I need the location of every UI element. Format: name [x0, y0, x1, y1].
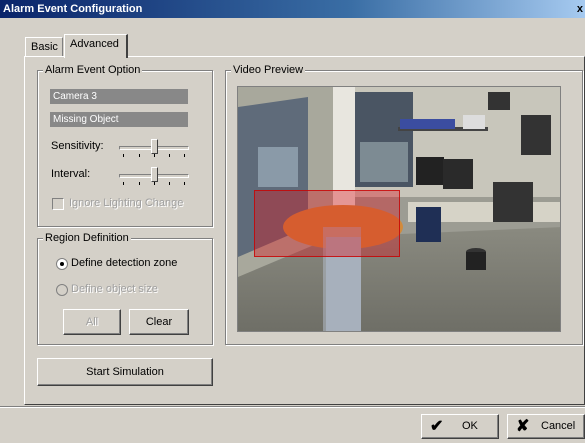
cancel-button[interactable]: ✘ Cancel — [507, 414, 585, 439]
window-title: Alarm Event Configuration — [3, 3, 143, 15]
interval-tick — [154, 182, 155, 185]
all-button[interactable]: All — [63, 309, 121, 335]
interval-tick — [184, 182, 185, 185]
clear-button[interactable]: Clear — [129, 309, 189, 335]
interval-tick — [169, 182, 170, 185]
ignore-lighting-label: Ignore Lighting Change — [69, 197, 184, 209]
tab-advanced-label: Advanced — [70, 38, 119, 50]
interval-thumb[interactable] — [151, 167, 158, 182]
interval-tick — [139, 182, 140, 185]
tab-basic-label: Basic — [31, 41, 58, 53]
sensitivity-slider[interactable] — [119, 138, 189, 158]
alarm-event-option-legend: Alarm Event Option — [43, 64, 143, 77]
title-bar: Alarm Event Configuration x — [0, 0, 585, 18]
sensitivity-thumb[interactable] — [151, 139, 158, 154]
define-size-label: Define object size — [71, 283, 158, 295]
checkmark-icon: ✔ — [430, 418, 444, 435]
sensitivity-tick — [154, 154, 155, 157]
ok-button-label: OK — [462, 420, 478, 432]
detection-zone-overlay[interactable] — [254, 190, 400, 257]
sensitivity-tick — [184, 154, 185, 157]
define-zone-label: Define detection zone — [71, 257, 178, 269]
camera-select[interactable]: Camera 3 — [50, 89, 188, 104]
ok-button[interactable]: ✔ OK — [421, 414, 499, 439]
cancel-button-label: Cancel — [541, 420, 576, 432]
x-icon: ✘ — [516, 418, 530, 435]
tab-advanced[interactable]: Advanced — [64, 34, 128, 58]
video-preview-legend: Video Preview — [231, 64, 306, 77]
start-simulation-button[interactable]: Start Simulation — [37, 358, 213, 386]
footer-separator — [0, 406, 585, 408]
tab-basic[interactable]: Basic — [25, 37, 63, 57]
sensitivity-tick — [123, 154, 124, 157]
close-icon[interactable]: x — [571, 0, 583, 18]
event-type-select[interactable]: Missing Object — [50, 112, 188, 127]
region-definition-legend: Region Definition — [43, 232, 131, 245]
interval-label: Interval: — [51, 168, 91, 180]
sensitivity-tick — [139, 154, 140, 157]
sensitivity-label: Sensitivity: — [51, 140, 104, 152]
sensitivity-tick — [169, 154, 170, 157]
interval-tick — [123, 182, 124, 185]
ignore-lighting-checkbox[interactable] — [52, 198, 64, 210]
define-size-radio[interactable] — [56, 284, 68, 296]
define-zone-radio[interactable] — [56, 258, 68, 270]
interval-slider[interactable] — [119, 166, 189, 186]
